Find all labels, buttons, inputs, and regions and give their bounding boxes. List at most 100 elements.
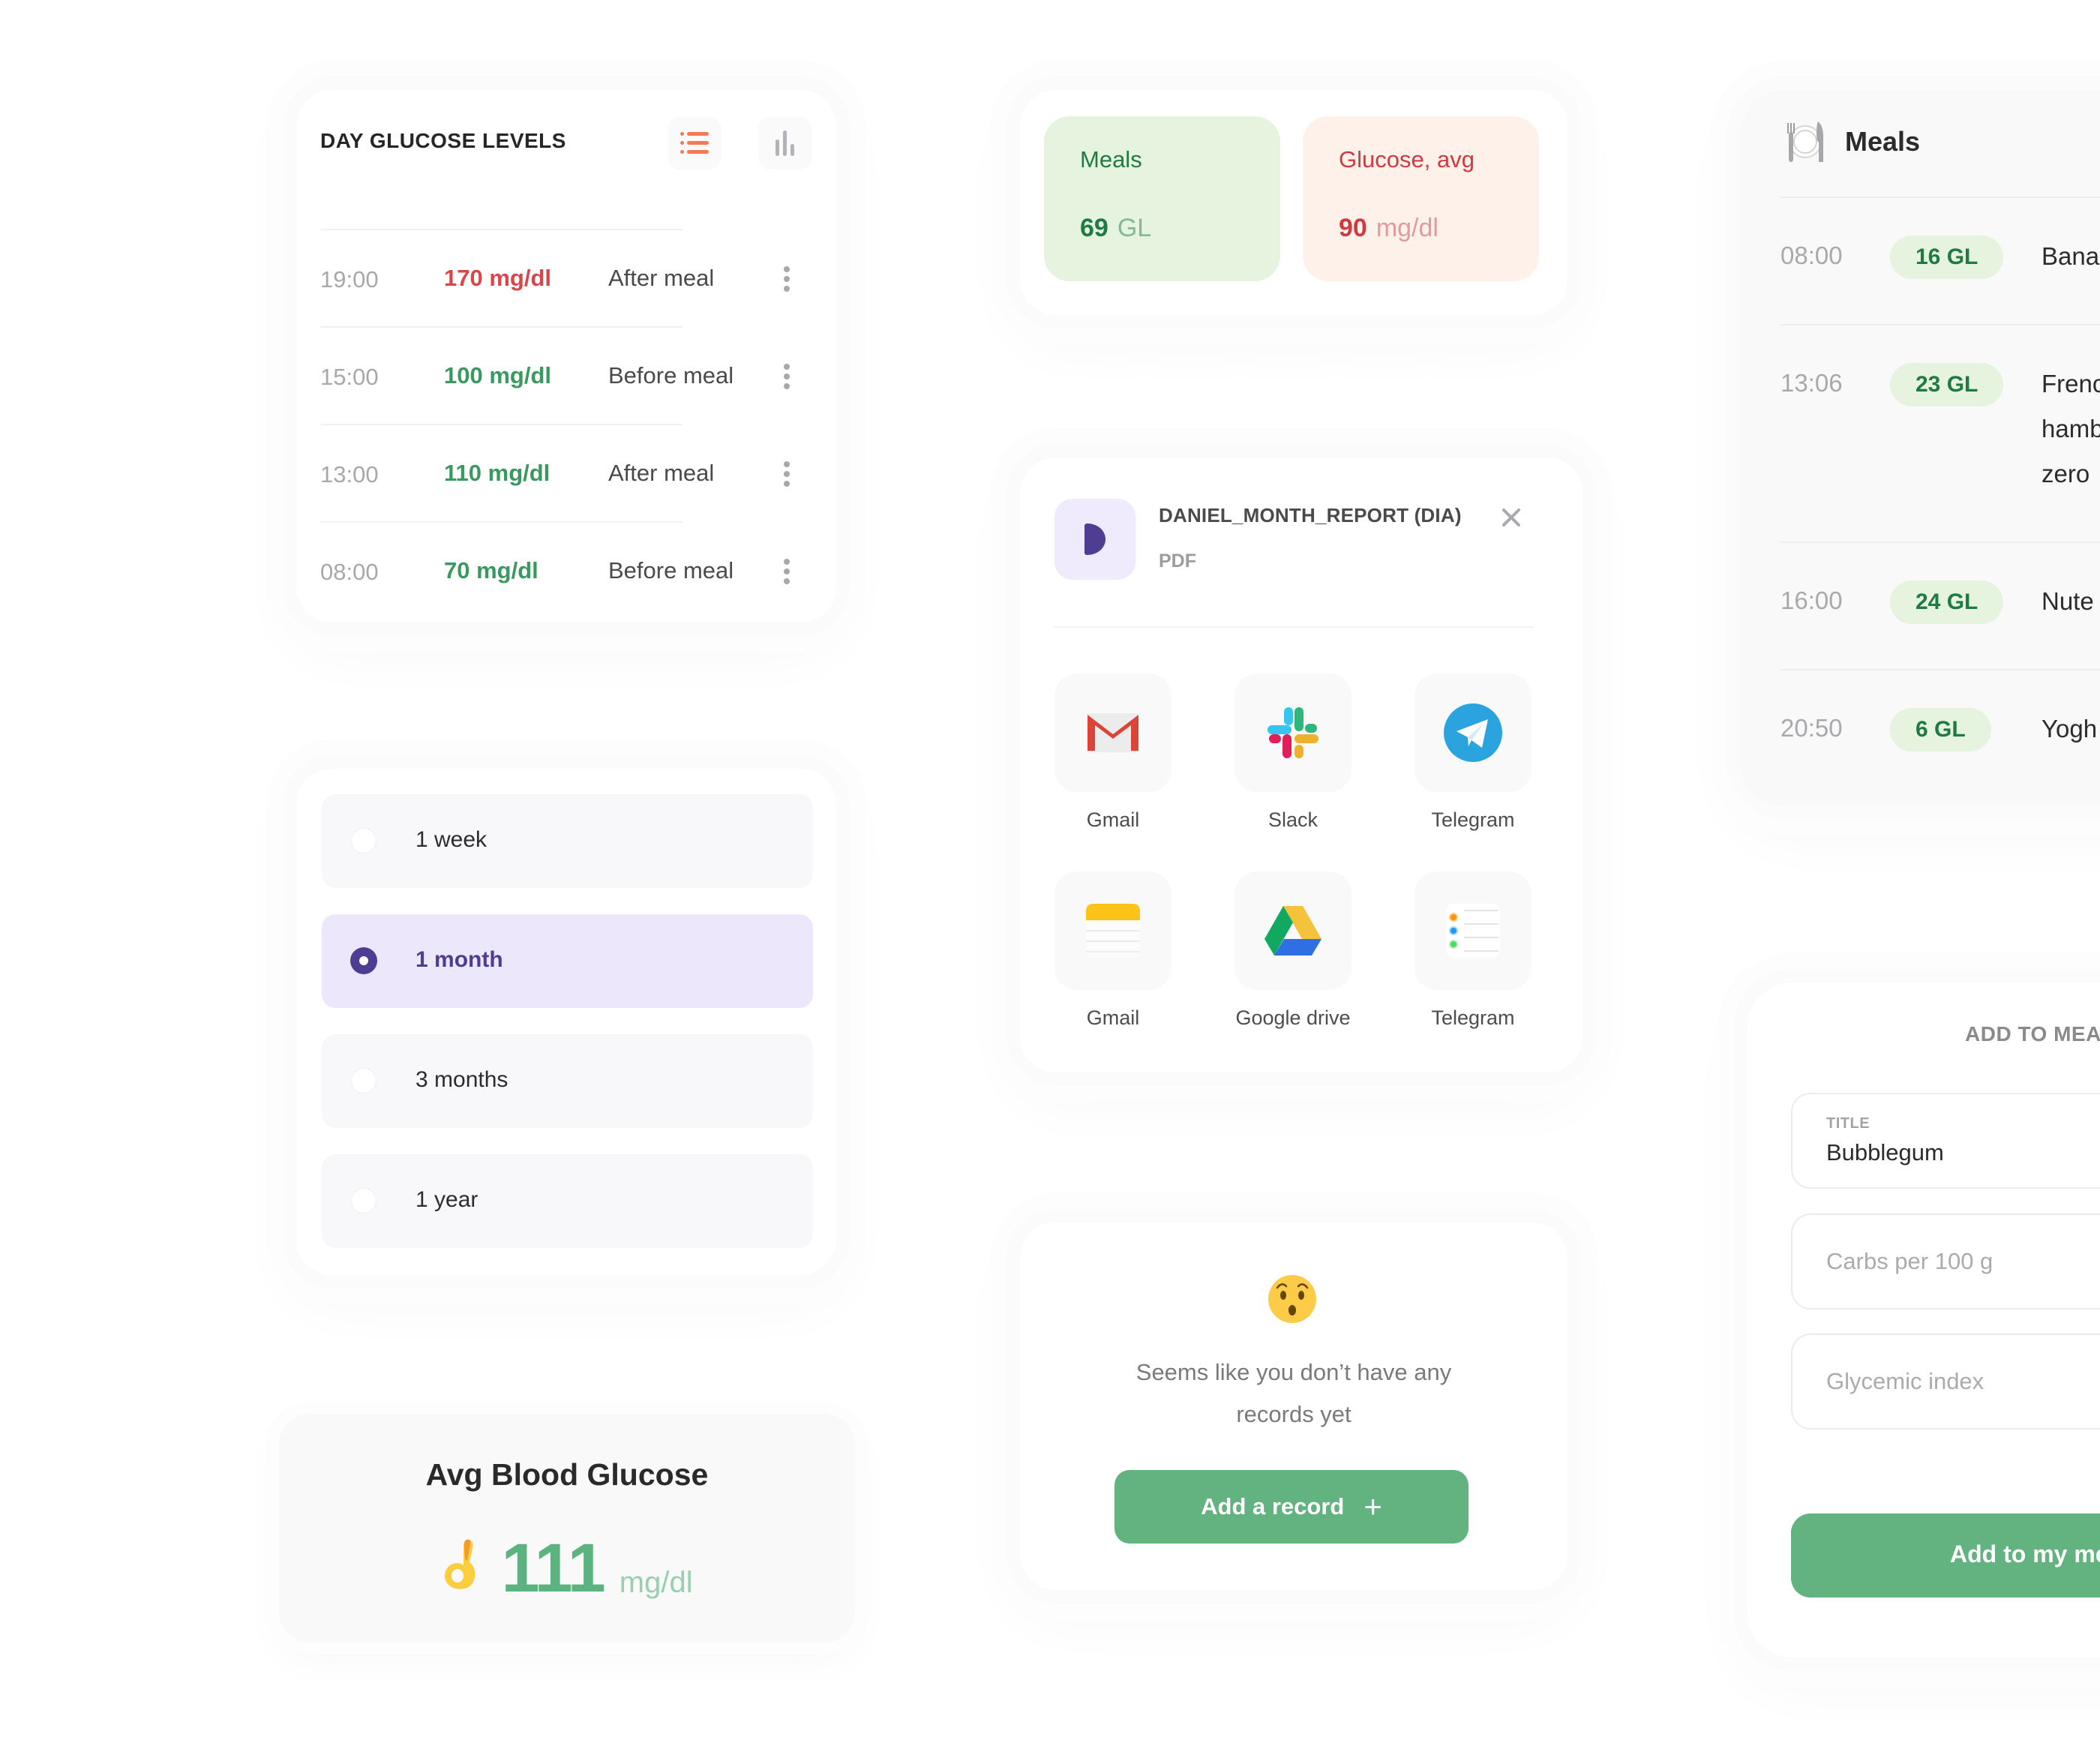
share-app-slack[interactable]: Slack — [1234, 674, 1354, 832]
add-record-button[interactable]: Add a record + — [1114, 1470, 1468, 1544]
list-view-button[interactable] — [668, 117, 722, 170]
range-option-1-week[interactable]: 1 week — [322, 794, 813, 888]
meal-food-name: Bana — [2042, 234, 2099, 279]
divider — [1780, 324, 2100, 326]
carbs-field-placeholder: Carbs per 100 g — [1826, 1248, 1994, 1274]
share-app-notes[interactable]: Gmail — [1054, 872, 1174, 1030]
meal-food-name: Nute — [2042, 579, 2094, 624]
glucose-summary-tile[interactable]: Glucose, avg 90 mg/dl — [1303, 116, 1539, 281]
share-app-telegram[interactable]: Telegram — [1414, 674, 1534, 832]
add-record-label: Add a record — [1201, 1493, 1345, 1520]
more-options-icon[interactable] — [782, 364, 791, 389]
meal-food-line: Nute — [2042, 587, 2094, 615]
file-letter-glyph — [1084, 524, 1106, 555]
range-option-1-year[interactable]: 1 year — [322, 1154, 813, 1248]
share-app-label: Google drive — [1235, 1006, 1351, 1029]
share-report-card: DANIEL_MONTH_REPORT (DIA) PDF Gmail Slac… — [1020, 458, 1582, 1072]
reading-note: Before meal — [608, 557, 734, 584]
add-to-meals-button[interactable]: Add to my me — [1791, 1514, 2100, 1598]
reading-value: 70 mg/dl — [444, 557, 538, 584]
glucose-summary-value: 90 — [1339, 214, 1367, 242]
more-options-icon[interactable] — [782, 559, 791, 584]
file-type: PDF — [1159, 550, 1196, 572]
reading-value: 170 mg/dl — [444, 265, 551, 291]
meal-food-name: Frenc hamb zero — [2042, 362, 2100, 496]
meals-card: Meals 08:00 16 GL Bana 13:06 23 GL Frenc hamb z… — [1740, 90, 2100, 806]
avg-glucose-title: Avg Blood Glucose — [425, 1457, 709, 1492]
share-app-label: Gmail — [1086, 1006, 1140, 1029]
more-options-icon[interactable] — [782, 266, 791, 292]
meal-time: 16:00 — [1780, 586, 1843, 614]
share-app-gmail[interactable]: Gmail — [1054, 674, 1174, 832]
share-app-google-drive[interactable]: Google drive — [1234, 872, 1354, 1030]
close-icon[interactable] — [1496, 502, 1526, 532]
reading-note: After meal — [608, 265, 715, 291]
range-option-1-month[interactable]: 1 month — [322, 914, 813, 1008]
empty-state-card: Seems like you don’t have any records ye… — [1020, 1222, 1568, 1590]
reading-value: 110 mg/dl — [444, 460, 550, 486]
meals-summary-value: 69 — [1080, 214, 1108, 242]
carbs-field[interactable]: Carbs per 100 g — [1791, 1214, 2100, 1310]
share-app-label: Gmail — [1086, 808, 1140, 831]
glucose-reading-row: 08:00 70 mg/dl Before meal — [320, 521, 790, 619]
meal-gl-badge: 23 GL — [1890, 363, 2004, 406]
meal-food-name: Yogh — [2042, 706, 2097, 752]
divider — [1780, 542, 2100, 543]
title-field-label: TITLE — [1826, 1115, 1870, 1132]
telegram-icon — [1444, 704, 1502, 762]
divider — [1780, 196, 2100, 198]
meal-food-line: hamb — [2042, 415, 2100, 442]
meal-time: 13:06 — [1780, 369, 1843, 397]
meals-title: Meals — [1845, 126, 1921, 157]
glucose-reading-row: 19:00 170 mg/dl After meal — [320, 229, 790, 326]
meal-gl-badge: 16 GL — [1890, 236, 2004, 279]
radio-button[interactable] — [352, 1069, 376, 1093]
chart-view-button[interactable] — [758, 117, 812, 170]
share-app-reminders[interactable]: Telegram — [1414, 872, 1534, 1030]
title-field[interactable]: TITLE Bubblegum — [1791, 1093, 2100, 1189]
add-meal-card: ADD TO MEA TITLE Bubblegum Carbs per 100… — [1748, 982, 2100, 1658]
radio-button[interactable] — [352, 1189, 376, 1213]
divider — [1780, 669, 2100, 670]
summary-card: Meals 69 GL Glucose, avg 90 mg/dl — [1020, 90, 1568, 315]
empty-state-message: Seems like you don’t have any records ye… — [1136, 1359, 1452, 1427]
hushed-face-icon — [1268, 1275, 1316, 1323]
reading-note: Before meal — [608, 362, 734, 388]
share-app-label: Telegram — [1431, 808, 1515, 831]
title-field-value: Bubblegum — [1826, 1139, 1944, 1166]
reading-time: 08:00 — [320, 559, 379, 585]
avg-glucose-unit: mg/dl — [619, 1566, 693, 1599]
share-app-label: Telegram — [1431, 1006, 1515, 1029]
glucose-summary-unit: mg/dl — [1376, 214, 1438, 242]
meals-summary-unit: GL — [1117, 214, 1152, 242]
period-selector-card: 1 week 1 month 3 months 1 year — [296, 769, 836, 1275]
add-to-meals-label: Add to my me — [1950, 1540, 2100, 1568]
file-name: DANIEL_MONTH_REPORT (DIA) — [1159, 504, 1462, 526]
meal-gl-badge: 24 GL — [1890, 580, 2004, 624]
bar-chart-icon — [774, 130, 796, 156]
meal-food-line: Yogh — [2042, 715, 2098, 742]
day-glucose-card: DAY GLUCOSE LEVELS 19:00 170 mg/dl After m… — [296, 90, 836, 622]
meals-summary-label: Meals — [1080, 146, 1142, 172]
notes-icon — [1086, 904, 1140, 958]
range-option-label: 1 month — [416, 947, 503, 972]
radio-button[interactable] — [350, 947, 377, 974]
avg-glucose-value: 111 — [501, 1530, 605, 1606]
glycemic-index-field[interactable]: Glycemic index — [1791, 1334, 2100, 1430]
day-glucose-title: DAY GLUCOSE LEVELS — [320, 129, 566, 152]
range-option-3-months[interactable]: 3 months — [322, 1034, 813, 1128]
more-options-icon[interactable] — [782, 461, 791, 487]
meal-time: 20:50 — [1780, 714, 1843, 742]
plus-icon: + — [1364, 1489, 1382, 1524]
meal-time: 08:00 — [1780, 242, 1843, 269]
meals-summary-tile[interactable]: Meals 69 GL — [1044, 116, 1280, 281]
plate-cutlery-icon — [1787, 122, 1824, 162]
reading-time: 13:00 — [320, 461, 379, 488]
range-option-label: 1 year — [416, 1187, 478, 1212]
reminders-icon — [1446, 904, 1500, 958]
share-app-label: Slack — [1268, 808, 1318, 831]
meal-food-line: Frenc — [2042, 370, 2100, 398]
gmail-icon — [1088, 713, 1138, 752]
glucose-reading-row: 15:00 100 mg/dl Before meal — [320, 326, 790, 424]
radio-button[interactable] — [352, 829, 376, 853]
